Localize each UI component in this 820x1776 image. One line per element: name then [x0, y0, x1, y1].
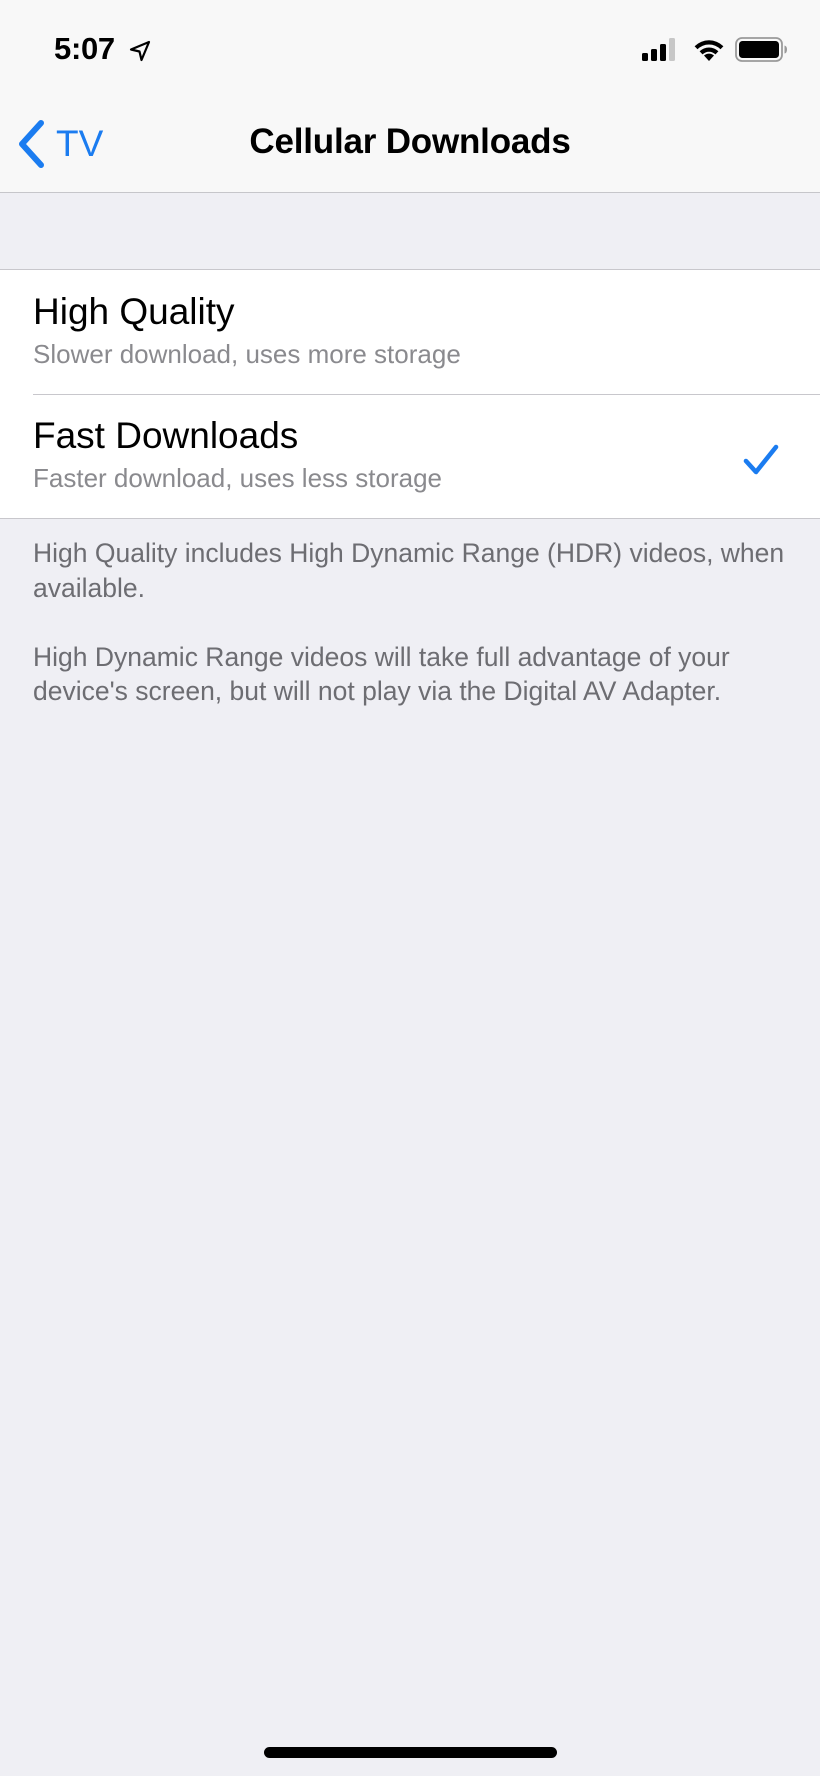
wifi-icon [694, 40, 724, 61]
option-title: Fast Downloads [33, 415, 299, 456]
status-time: 5:07 [54, 31, 115, 66]
screen: 5:07 TV Cellular Downloads High Quality … [0, 0, 820, 1776]
option-subtitle: Slower download, uses more storage [33, 339, 461, 369]
checkmark-icon [743, 444, 779, 475]
section-footer: High Quality includes High Dynamic Range… [33, 536, 793, 709]
option-subtitle: Faster download, uses less storage [33, 463, 442, 493]
footer-paragraph: High Dynamic Range videos will take full… [33, 641, 730, 707]
navigation-bar: 5:07 TV Cellular Downloads [0, 0, 820, 193]
location-arrow-icon [129, 40, 151, 62]
option-fast-downloads[interactable]: Fast Downloads Faster download, uses les… [0, 394, 820, 518]
option-title: High Quality [33, 291, 235, 332]
battery-icon [735, 37, 787, 62]
cellular-signal-icon [642, 38, 675, 61]
page-title: Cellular Downloads [249, 122, 571, 161]
download-quality-list: High Quality Slower download, uses more … [0, 269, 820, 519]
footer-paragraph: High Quality includes High Dynamic Range… [33, 538, 785, 603]
option-high-quality[interactable]: High Quality Slower download, uses more … [0, 270, 820, 394]
home-indicator[interactable] [264, 1747, 557, 1758]
